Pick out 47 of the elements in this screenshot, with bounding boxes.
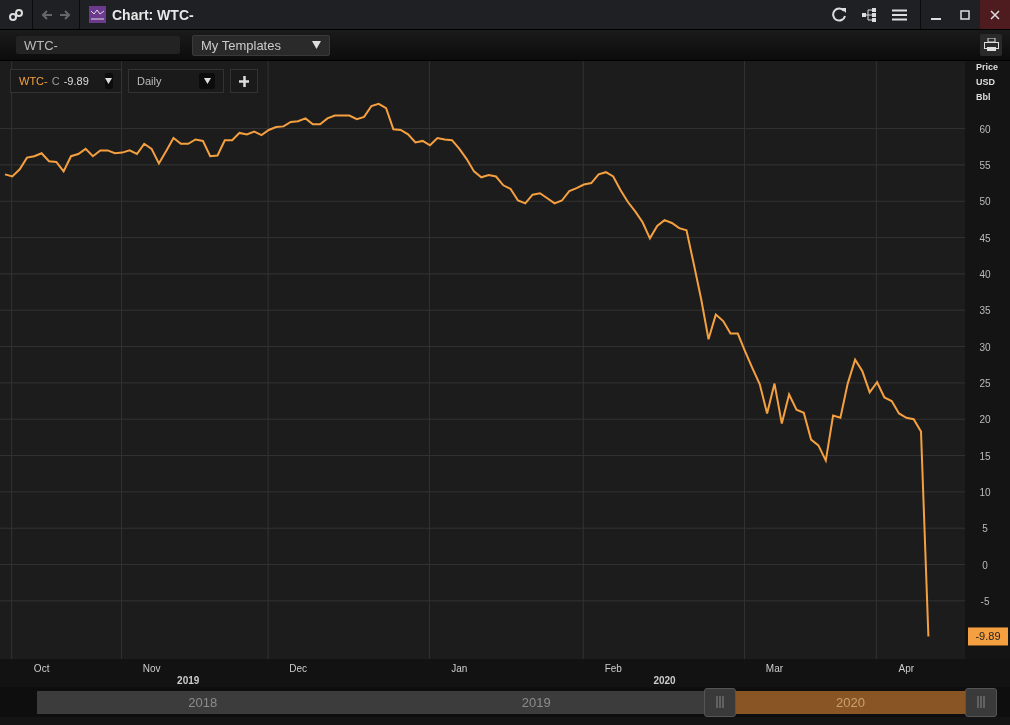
y-tick-label: 35 [979,305,991,317]
caret-icon [312,41,321,49]
print-icon[interactable] [980,34,1002,56]
chart-app-icon [89,6,106,23]
month-label: Jan [451,663,468,674]
month-label: Mar [765,663,784,674]
templates-dropdown[interactable]: My Templates [192,34,330,56]
y-tick-label: 50 [979,196,991,208]
plus-icon [239,75,249,87]
y-tick-label: 60 [979,123,991,135]
year-label: 2020 [653,675,676,686]
month-label: Dec [289,663,308,674]
last-value-badge: -9.89 [968,627,1008,646]
y-tick-label: 30 [979,341,991,353]
window-title: Chart: WTC- [112,6,194,23]
y-tick-label: 40 [979,268,991,280]
back-arrow-icon[interactable] [42,9,53,20]
forward-arrow-icon[interactable] [59,9,70,20]
y-tick-label: 15 [979,450,991,462]
caret-icon [105,78,113,84]
interval-dropdown[interactable]: Daily [128,69,224,93]
add-button[interactable] [230,69,258,93]
y-tick-label: 0 [982,559,988,571]
month-label: Apr [898,663,915,674]
y-tick-label: 45 [979,232,991,244]
year-label: 2019 [177,675,200,686]
y-tick-label: 20 [979,414,991,426]
caret-icon [203,78,211,84]
close-icon[interactable] [980,0,1010,29]
grip-icon [977,696,985,708]
month-label: Oct [33,663,50,674]
month-label: Feb [604,663,622,674]
axis-unit-label: Price [976,62,999,72]
y-tick-label: 10 [979,486,991,498]
grip-icon [716,696,724,708]
y-tick-label: 5 [982,523,988,535]
y-tick-label: -5 [980,595,990,607]
y-tick-label: 55 [979,159,991,171]
series-legend[interactable]: WTC- C -9.89 [10,69,122,93]
range-handle[interactable] [965,687,997,717]
y-tick-label: 25 [979,377,991,389]
month-label: Nov [142,663,161,674]
symbol-field[interactable]: WTC- [16,36,180,54]
range-handle[interactable] [704,687,736,717]
axis-unit-label: Bbl [976,92,991,102]
link-icon[interactable] [9,7,23,22]
axis-unit-label: USD [976,77,995,87]
